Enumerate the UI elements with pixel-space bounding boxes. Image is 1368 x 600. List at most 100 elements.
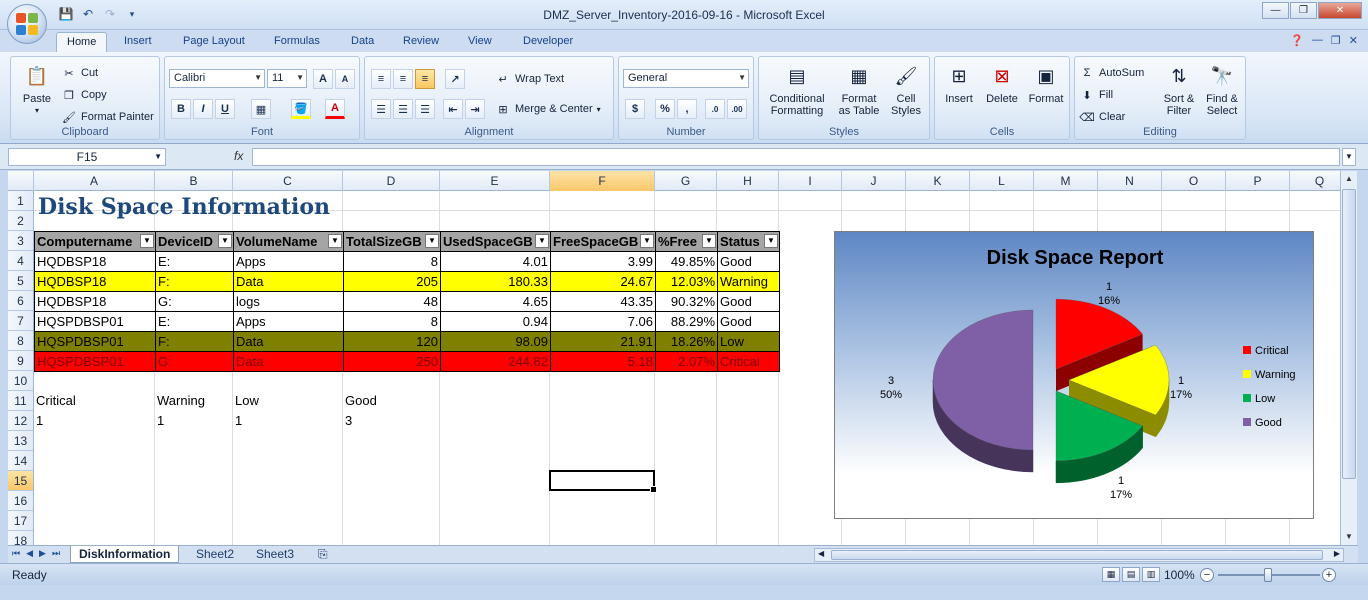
tab-data[interactable]: Data [341, 32, 384, 52]
table-cell[interactable]: 90.32% [655, 291, 718, 312]
table-cell[interactable]: 24.67 [550, 271, 656, 292]
table-cell[interactable]: 8 [343, 251, 441, 272]
filter-dropdown-icon[interactable]: ▼ [640, 234, 654, 248]
paste-button[interactable]: 📋 Paste ▾ [17, 61, 57, 117]
vertical-scroll-thumb[interactable] [1342, 189, 1356, 479]
currency-button[interactable]: $ [625, 99, 645, 119]
decrease-indent-icon[interactable]: ⇤ [443, 99, 463, 119]
column-header-f[interactable]: F [550, 171, 655, 191]
table-cell[interactable]: G: [155, 351, 234, 372]
table-cell[interactable]: 8 [343, 311, 441, 332]
name-box[interactable]: F15 ▼ [8, 148, 166, 166]
select-all-corner[interactable] [8, 171, 34, 191]
column-header-h[interactable]: H [717, 171, 779, 191]
table-cell[interactable]: F: [155, 331, 234, 352]
row-header-11[interactable]: 11 [8, 391, 33, 411]
filter-dropdown-icon[interactable]: ▼ [702, 234, 716, 248]
table-cell[interactable]: Good [717, 251, 780, 272]
summary-label[interactable]: Low [235, 391, 259, 411]
table-cell[interactable]: 2.07% [655, 351, 718, 372]
summary-value[interactable]: 3 [345, 411, 352, 431]
normal-view-icon[interactable]: ▦ [1102, 567, 1120, 582]
zoom-level[interactable]: 100% [1164, 568, 1195, 582]
conditional-formatting-button[interactable]: ▤ Conditional Formatting [763, 61, 831, 117]
fill-button[interactable]: ⬇ Fill [1079, 87, 1113, 103]
row-header-18[interactable]: 18 [8, 531, 33, 545]
underline-button[interactable]: U [215, 99, 235, 119]
percent-button[interactable]: % [655, 99, 675, 119]
tab-view[interactable]: View [458, 32, 502, 52]
table-cell[interactable]: HQDBSP18 [34, 251, 156, 272]
page-break-view-icon[interactable]: ▥ [1142, 567, 1160, 582]
maximize-button[interactable]: ❐ [1290, 2, 1317, 19]
column-header-q[interactable]: Q [1290, 171, 1340, 191]
column-header-j[interactable]: J [842, 171, 906, 191]
sheet-tab-sheet3[interactable]: Sheet3 [248, 546, 302, 563]
font-size-combo[interactable]: 11 ▼ [267, 69, 307, 88]
horizontal-scrollbar[interactable]: ◀ ▶ [814, 548, 1344, 562]
table-cell[interactable]: Good [717, 291, 780, 312]
tab-insert[interactable]: Insert [114, 32, 162, 52]
table-cell[interactable]: 3.99 [550, 251, 656, 272]
minimize-button[interactable]: — [1262, 2, 1289, 19]
sheet-tab-sheet2[interactable]: Sheet2 [188, 546, 242, 563]
office-button[interactable] [7, 4, 47, 44]
table-cell[interactable]: Apps [233, 251, 344, 272]
row-header-14[interactable]: 14 [8, 451, 33, 471]
scroll-down-icon[interactable]: ▼ [1342, 529, 1356, 545]
row-header-16[interactable]: 16 [8, 491, 33, 511]
table-cell[interactable]: HQSPDBSP01 [34, 351, 156, 372]
table-cell[interactable]: 18.26% [655, 331, 718, 352]
summary-value[interactable]: 1 [36, 411, 43, 431]
fx-button[interactable]: fx [170, 148, 252, 166]
row-header-10[interactable]: 10 [8, 371, 33, 391]
column-header-p[interactable]: P [1226, 171, 1290, 191]
sheet-tab-diskinformation[interactable]: DiskInformation [70, 546, 180, 563]
table-cell[interactable]: E: [155, 311, 234, 332]
align-middle-icon[interactable]: ≡ [393, 69, 413, 89]
table-cell[interactable]: HQDBSP18 [34, 291, 156, 312]
row-header-9[interactable]: 9 [8, 351, 33, 371]
table-cell[interactable]: Good [717, 311, 780, 332]
tab-review[interactable]: Review [393, 32, 449, 52]
insert-cells-button[interactable]: ⊞ Insert [939, 61, 979, 105]
italic-button[interactable]: I [193, 99, 213, 119]
expand-formula-bar-icon[interactable]: ▼ [1342, 148, 1356, 166]
table-cell[interactable]: Data [233, 351, 344, 372]
format-painter-button[interactable]: 🖌 Format Painter [61, 109, 154, 125]
table-cell[interactable]: 7.06 [550, 311, 656, 332]
align-left-icon[interactable]: ☰ [371, 99, 391, 119]
page-layout-view-icon[interactable]: ▤ [1122, 567, 1140, 582]
table-cell[interactable]: 4.01 [440, 251, 551, 272]
filter-dropdown-icon[interactable]: ▼ [764, 234, 778, 248]
table-cell[interactable]: 88.29% [655, 311, 718, 332]
row-header-6[interactable]: 6 [8, 291, 33, 311]
zoom-out-icon[interactable]: − [1200, 568, 1214, 582]
merge-center-button[interactable]: ⊞ Merge & Center ▾ [495, 101, 600, 117]
row-header-2[interactable]: 2 [8, 211, 33, 231]
grow-font-button[interactable]: A [313, 69, 333, 89]
table-cell[interactable]: Low [717, 331, 780, 352]
column-header-g[interactable]: G [655, 171, 717, 191]
column-header-l[interactable]: L [970, 171, 1034, 191]
table-cell[interactable]: E: [155, 251, 234, 272]
ribbon-close-icon[interactable]: ✕ [1349, 34, 1358, 47]
table-cell[interactable]: Apps [233, 311, 344, 332]
format-as-table-button[interactable]: ▦ Format as Table [833, 61, 885, 117]
row-header-15[interactable]: 15 [8, 471, 33, 491]
row-header-8[interactable]: 8 [8, 331, 33, 351]
column-header-k[interactable]: K [906, 171, 970, 191]
formula-input[interactable] [252, 148, 1340, 166]
row-header-3[interactable]: 3 [8, 231, 33, 251]
table-cell[interactable]: Critical [717, 351, 780, 372]
column-header-c[interactable]: C [233, 171, 343, 191]
column-header-e[interactable]: E [440, 171, 550, 191]
autosum-button[interactable]: Σ AutoSum [1079, 65, 1145, 81]
table-cell[interactable]: 5.18 [550, 351, 656, 372]
table-cell[interactable]: 12.03% [655, 271, 718, 292]
filter-dropdown-icon[interactable]: ▼ [328, 234, 342, 248]
scroll-right-icon[interactable]: ▶ [1334, 549, 1340, 558]
decrease-decimal-icon[interactable]: .00 [727, 99, 747, 119]
scroll-left-icon[interactable]: ◀ [818, 549, 824, 558]
table-cell[interactable]: HQDBSP18 [34, 271, 156, 292]
